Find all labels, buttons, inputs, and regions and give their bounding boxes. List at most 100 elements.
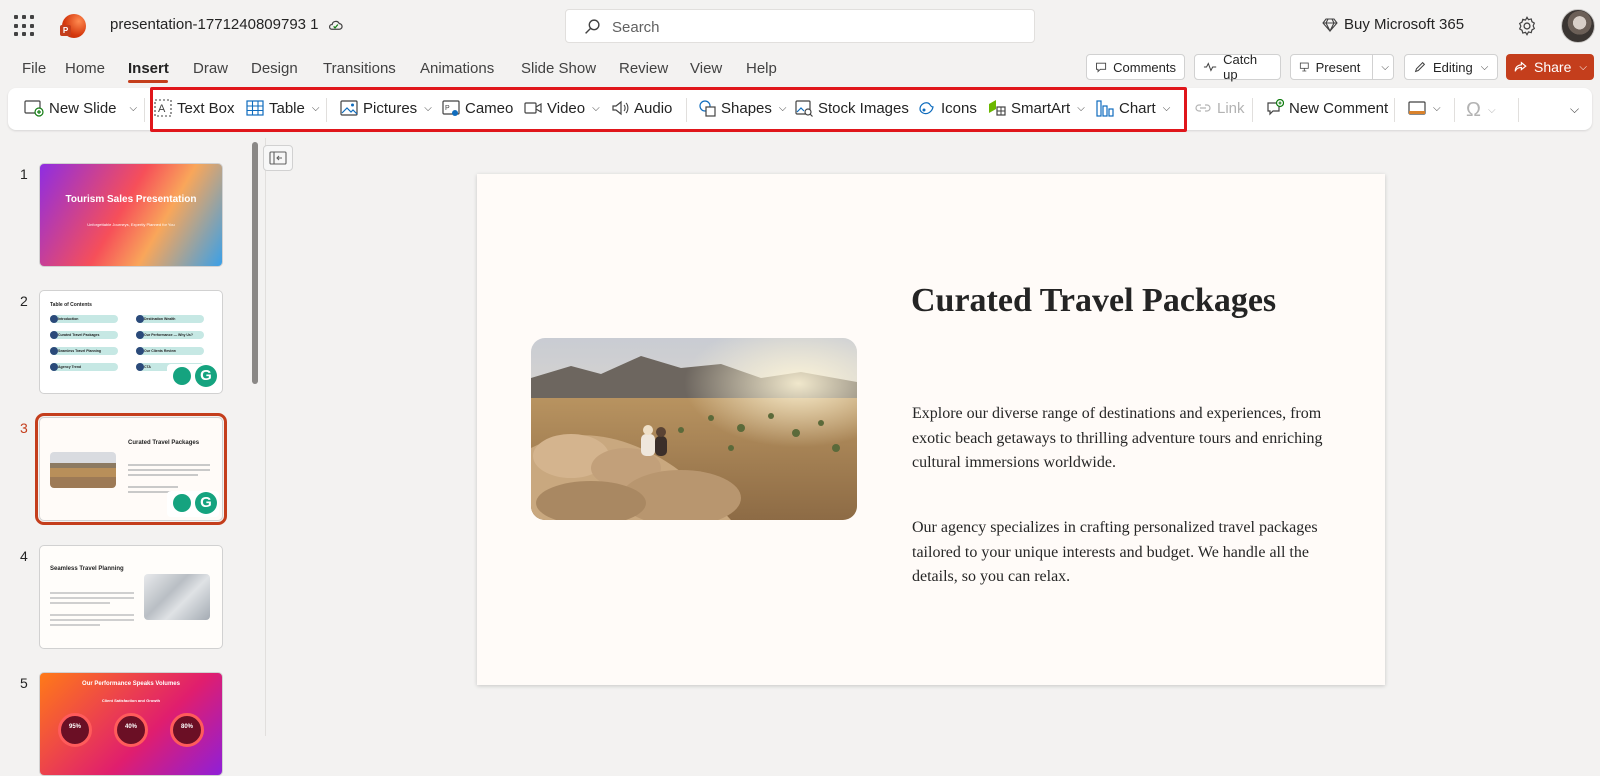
chevron-down-icon: ⌵: [592, 102, 600, 114]
search-icon: [585, 19, 600, 34]
slide-thumbnail-3[interactable]: Curated Travel Packages G: [35, 413, 227, 525]
editing-mode-button[interactable]: Editing ⌵: [1404, 54, 1498, 80]
chevron-down-icon[interactable]: ⌵: [130, 103, 138, 114]
active-tab-indicator: [128, 80, 168, 83]
icons-gallery-icon: [919, 102, 934, 115]
slide-thumbnail-4[interactable]: Seamless Travel Planning: [39, 545, 223, 649]
app-launcher-icon[interactable]: [14, 15, 36, 37]
tab-animations[interactable]: Animations: [420, 60, 494, 77]
chart-button[interactable]: Chart ⌵: [1096, 99, 1170, 117]
share-button[interactable]: Share ⌵: [1506, 54, 1594, 80]
tab-help[interactable]: Help: [746, 60, 777, 77]
smartart-button[interactable]: SmartArt ⌵: [988, 99, 1085, 117]
desert-landscape-image: [531, 338, 857, 520]
smartart-label: SmartArt: [1011, 99, 1071, 117]
ribbon-divider: [1518, 98, 1519, 122]
slide-number: 3: [20, 420, 28, 436]
thumbnail-title: Our Performance Speaks Volumes: [82, 681, 180, 687]
tab-insert[interactable]: Insert: [128, 60, 169, 77]
comment-icon: [1096, 62, 1107, 73]
chevron-down-icon[interactable]: ⌵: [1381, 62, 1389, 73]
lightbulb-icon[interactable]: [173, 494, 191, 512]
stock-images-button[interactable]: Stock Images: [795, 99, 909, 117]
thumbnail-list-item: Seamless Travel Planning: [50, 347, 118, 355]
ribbon-divider: [144, 98, 145, 122]
catch-up-label: Catch up: [1223, 52, 1258, 82]
desert-photo[interactable]: [531, 338, 857, 520]
thumbnail-text-line: [50, 619, 134, 621]
tab-review[interactable]: Review: [619, 60, 668, 77]
present-button[interactable]: Present ⌵: [1290, 54, 1394, 80]
collapse-pane-button[interactable]: [263, 145, 293, 171]
slide-paragraph-2[interactable]: Our agency specializes in crafting perso…: [912, 516, 1352, 590]
slide-thumbnail-5[interactable]: Our Performance Speaks Volumes Client Sa…: [39, 672, 223, 776]
cameo-button[interactable]: P Cameo: [442, 99, 513, 117]
omega-icon: Ω: [1466, 99, 1481, 121]
thumbnail-text-line: [50, 592, 134, 594]
comments-label: Comments: [1113, 59, 1176, 75]
catch-up-button[interactable]: Catch up: [1194, 52, 1281, 82]
slide-title[interactable]: Curated Travel Packages: [911, 282, 1276, 320]
header-footer-button[interactable]: ⌵: [1408, 99, 1441, 117]
pictures-button[interactable]: Pictures ⌵: [340, 99, 432, 117]
insert-ribbon: New Slide ⌵ A Text Box Table ⌵ Pictures …: [8, 88, 1592, 130]
new-slide-button[interactable]: New Slide ⌵: [24, 99, 137, 117]
user-avatar[interactable]: [1561, 9, 1595, 43]
audio-button[interactable]: Audio: [611, 99, 672, 117]
thumbnail-stat: 95%: [58, 713, 92, 747]
chevron-down-icon: ⌵: [1433, 102, 1441, 114]
powerpoint-logo-icon[interactable]: [60, 14, 86, 38]
expand-ribbon-button[interactable]: ⌵: [1568, 102, 1579, 117]
slide-thumbnail-2[interactable]: Table of Contents Introduction Curated T…: [39, 290, 223, 394]
grammarly-badges: G: [167, 364, 219, 390]
grammarly-badges: G: [167, 491, 219, 517]
title-bar: presentation-1771240809793 1 Search Buy …: [0, 0, 1600, 52]
ribbon-divider: [1394, 98, 1395, 122]
thumbnail-text-line: [50, 624, 100, 626]
present-icon: [1299, 62, 1309, 72]
thumbnail-text-line: [128, 469, 210, 471]
new-comment-button[interactable]: New Comment: [1266, 99, 1388, 117]
cameo-label: Cameo: [465, 99, 514, 117]
tab-draw[interactable]: Draw: [193, 60, 228, 77]
link-button[interactable]: Link: [1194, 99, 1245, 117]
tab-transitions[interactable]: Transitions: [323, 60, 396, 77]
document-title[interactable]: presentation-1771240809793 1: [110, 16, 319, 33]
video-button[interactable]: Video ⌵: [524, 99, 600, 117]
new-slide-label: New Slide: [49, 99, 117, 117]
tab-design[interactable]: Design: [251, 60, 298, 77]
slide-thumbnail-1[interactable]: Tourism Sales Presentation Unforgettable…: [39, 163, 223, 267]
tab-file[interactable]: File: [22, 60, 46, 77]
tab-view[interactable]: View: [690, 60, 722, 77]
slide-number: 1: [20, 166, 28, 182]
slide-canvas[interactable]: Curated Travel Packages Explore our dive…: [477, 174, 1385, 685]
link-icon: [1195, 104, 1211, 112]
slide-number: 5: [20, 675, 28, 691]
thumbnail-title: Table of Contents: [50, 302, 92, 308]
tab-home[interactable]: Home: [65, 60, 105, 77]
cloud-saved-icon[interactable]: [328, 18, 343, 33]
new-comment-label: New Comment: [1289, 99, 1389, 117]
picture-icon: [340, 100, 358, 116]
table-button[interactable]: Table ⌵: [246, 99, 319, 117]
tab-slide-show[interactable]: Slide Show: [521, 60, 596, 77]
buy-microsoft-365-link[interactable]: Buy Microsoft 365: [1344, 16, 1464, 33]
settings-gear-icon[interactable]: [1516, 15, 1538, 37]
comments-button[interactable]: Comments: [1086, 54, 1185, 80]
shapes-button[interactable]: Shapes ⌵: [698, 99, 786, 117]
icons-button[interactable]: Icons: [918, 99, 977, 117]
bar-chart-icon: [1096, 100, 1114, 117]
chevron-down-icon: ⌵: [311, 102, 320, 114]
grammarly-icon[interactable]: G: [195, 365, 217, 387]
slide-paragraph-1[interactable]: Explore our diverse range of destination…: [912, 402, 1352, 476]
new-comment-icon: [1267, 99, 1284, 116]
grammarly-icon[interactable]: G: [195, 492, 217, 514]
thumbnail-list-item: Agency Trend: [50, 363, 118, 371]
text-box-button[interactable]: A Text Box: [154, 99, 235, 117]
symbol-button[interactable]: Ω ⌵: [1466, 99, 1496, 122]
thumbnail-scrollbar[interactable]: [252, 142, 258, 384]
lightbulb-icon[interactable]: [173, 367, 191, 385]
search-box[interactable]: Search: [565, 9, 1035, 43]
thumbnail-text-line: [50, 602, 110, 604]
share-icon: [1514, 61, 1527, 72]
